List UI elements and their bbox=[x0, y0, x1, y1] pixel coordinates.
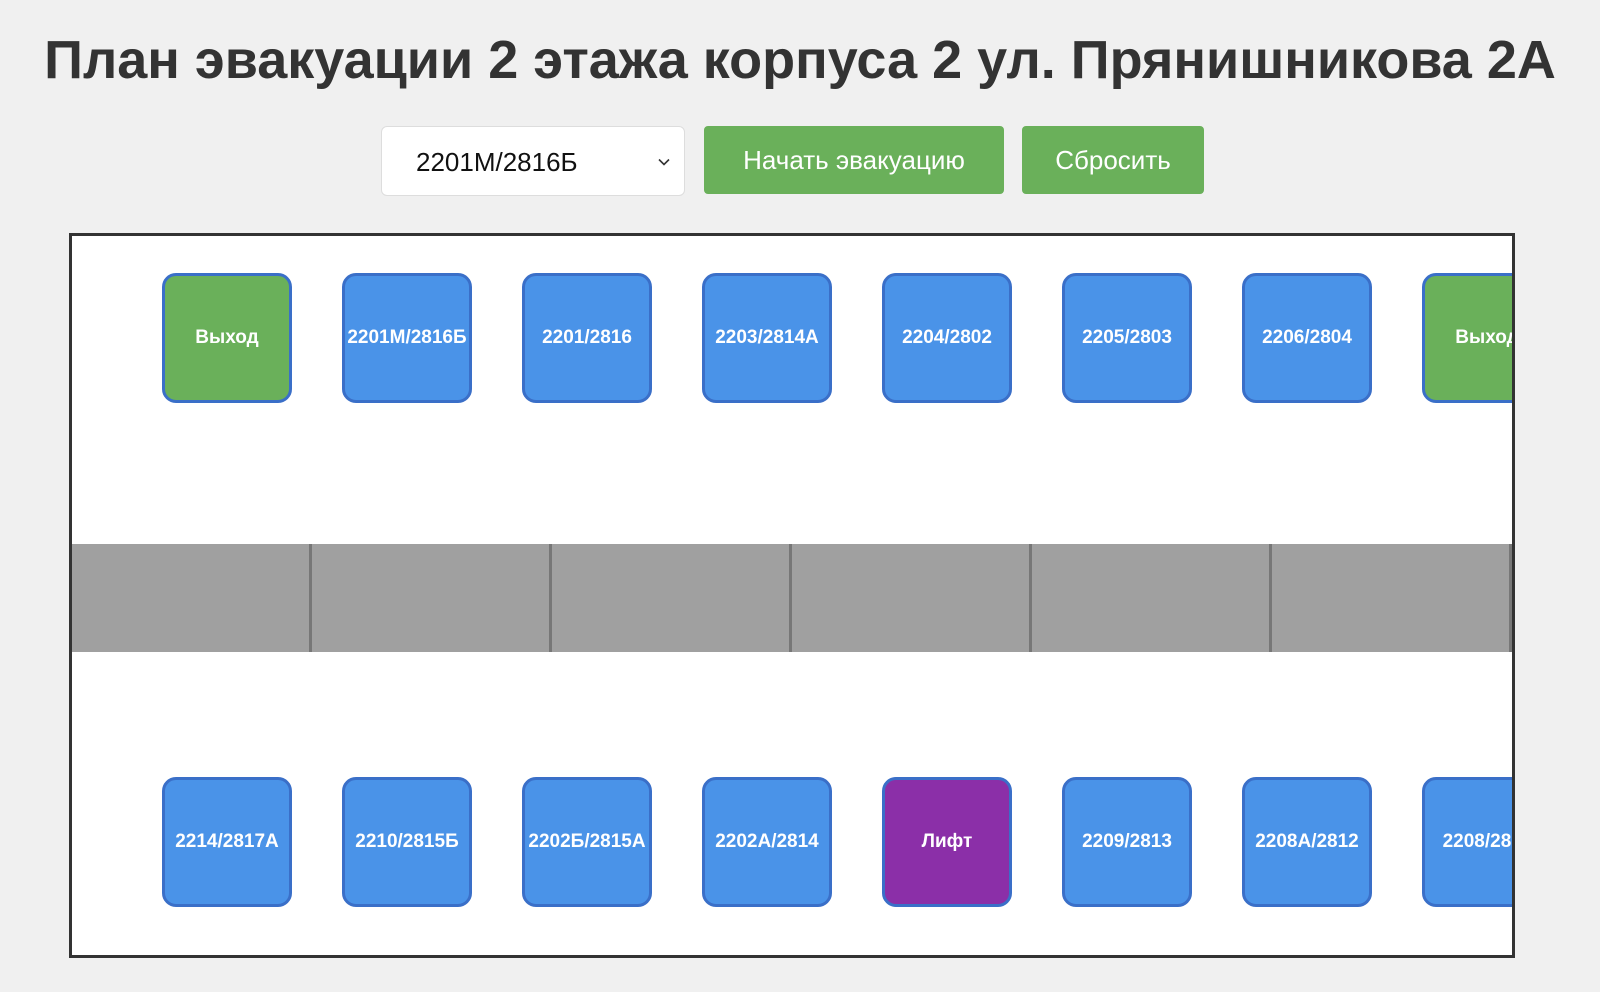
room-tile[interactable]: 2209/2813 bbox=[1062, 777, 1192, 907]
chevron-down-icon bbox=[658, 158, 670, 166]
exit-tile[interactable]: Выход bbox=[1422, 273, 1512, 403]
room-tile[interactable]: 2201М/2816Б bbox=[342, 273, 472, 403]
page-title: План эвакуации 2 этажа корпуса 2 ул. Пря… bbox=[44, 30, 1556, 90]
room-select[interactable]: 2201М/2816Б bbox=[381, 126, 685, 196]
room-tile[interactable]: 2206/2804 bbox=[1242, 273, 1372, 403]
corridor-divider bbox=[549, 544, 552, 652]
corridor-divider bbox=[1029, 544, 1032, 652]
reset-button[interactable]: Сбросить bbox=[1022, 126, 1204, 194]
room-select-value: 2201М/2816Б bbox=[416, 147, 578, 177]
floor-plan: Выход 2201М/2816Б 2201/2816 2203/2814А 2204/… bbox=[69, 233, 1515, 958]
room-tile[interactable]: 2204/2802 bbox=[882, 273, 1012, 403]
room-tile[interactable]: 2205/2803 bbox=[1062, 273, 1192, 403]
room-tile[interactable]: 2210/2815Б bbox=[342, 777, 472, 907]
controls-bar: 2201М/2816Б Начать эвакуацию Сбросить bbox=[0, 126, 1600, 196]
room-tile[interactable]: 2202А/2814 bbox=[702, 777, 832, 907]
exit-tile[interactable]: Выход bbox=[162, 273, 292, 403]
room-tile[interactable]: 2214/2817А bbox=[162, 777, 292, 907]
corridor bbox=[72, 544, 1512, 652]
corridor-divider bbox=[789, 544, 792, 652]
room-tile[interactable]: 2208А/2812 bbox=[1242, 777, 1372, 907]
room-tile[interactable]: 2202Б/2815А bbox=[522, 777, 652, 907]
room-tile[interactable]: 2208/2811 bbox=[1422, 777, 1512, 907]
lift-tile[interactable]: Лифт bbox=[882, 777, 1012, 907]
room-tile[interactable]: 2203/2814А bbox=[702, 273, 832, 403]
room-tile[interactable]: 2201/2816 bbox=[522, 273, 652, 403]
start-evacuation-button[interactable]: Начать эвакуацию bbox=[704, 126, 1004, 194]
corridor-divider bbox=[1269, 544, 1272, 652]
corridor-divider bbox=[309, 544, 312, 652]
corridor-divider bbox=[1509, 544, 1512, 652]
